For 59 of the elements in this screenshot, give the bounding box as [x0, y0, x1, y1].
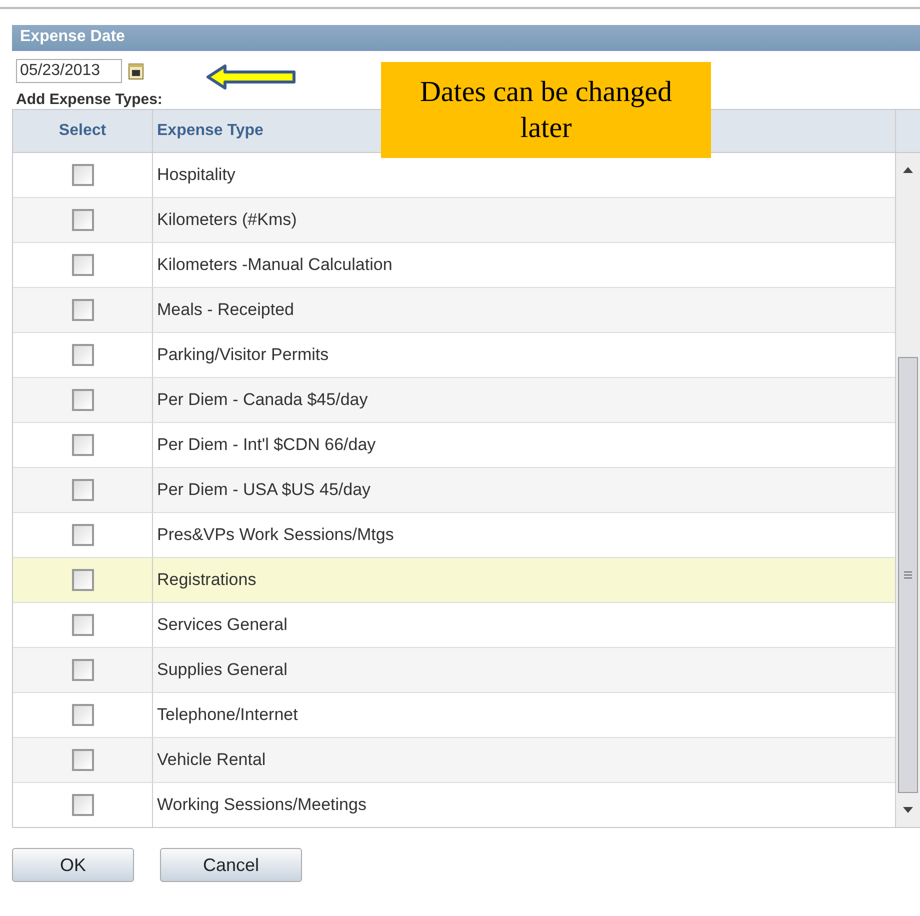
- expense-type: Kilometers (#Kms): [157, 210, 297, 230]
- table-row[interactable]: Per Diem - Canada $45/day: [13, 378, 895, 423]
- checkbox[interactable]: [72, 659, 94, 681]
- table-row[interactable]: Parking/Visitor Permits: [13, 333, 895, 378]
- expense-type: Meals - Receipted: [157, 300, 294, 320]
- grip-icon: [904, 571, 912, 579]
- checkbox[interactable]: [72, 524, 94, 546]
- table-label: Add Expense Types:: [16, 91, 162, 108]
- cancel-button[interactable]: Cancel: [160, 848, 302, 882]
- checkbox[interactable]: [72, 749, 94, 771]
- checkbox[interactable]: [72, 254, 94, 276]
- calendar-icon[interactable]: [128, 62, 144, 80]
- date-field[interactable]: 05/23/2013: [16, 59, 122, 83]
- expense-type: Pres&VPs Work Sessions/Mtgs: [157, 525, 394, 545]
- scroll-thumb[interactable]: [898, 357, 918, 793]
- table-row[interactable]: Kilometers -Manual Calculation: [13, 243, 895, 288]
- table-row[interactable]: Hospitality: [13, 153, 895, 198]
- table-row[interactable]: Supplies General: [13, 648, 895, 693]
- checkbox[interactable]: [72, 389, 94, 411]
- table-row[interactable]: Pres&VPs Work Sessions/Mtgs: [13, 513, 895, 558]
- checkbox[interactable]: [72, 164, 94, 186]
- column-header: Expense Type: [157, 122, 264, 139]
- expense-type: Vehicle Rental: [157, 750, 266, 770]
- checkbox[interactable]: [72, 209, 94, 231]
- ok-button[interactable]: OK: [12, 848, 134, 882]
- table-row[interactable]: Services General: [13, 603, 895, 648]
- section-header: Expense Date: [12, 25, 920, 51]
- table-row[interactable]: Kilometers (#Kms): [13, 198, 895, 243]
- expense-type: Kilometers -Manual Calculation: [157, 255, 392, 275]
- expense-type: Per Diem - USA $US 45/day: [157, 480, 371, 500]
- checkbox[interactable]: [72, 299, 94, 321]
- expense-type: Per Diem - Int'l $CDN 66/day: [157, 435, 376, 455]
- callout-note: Dates can be changed later: [381, 62, 711, 158]
- table-row[interactable]: Per Diem - Int'l $CDN 66/day: [13, 423, 895, 468]
- checkbox[interactable]: [72, 569, 94, 591]
- expense-type: Services General: [157, 615, 288, 635]
- expense-type: Per Diem - Canada $45/day: [157, 390, 368, 410]
- expense-type: Working Sessions/Meetings: [157, 795, 366, 815]
- checkbox[interactable]: [72, 614, 94, 636]
- column-header: Select: [13, 110, 153, 152]
- expense-type: Parking/Visitor Permits: [157, 345, 329, 365]
- scrollbar[interactable]: [895, 153, 920, 827]
- scroll-up-icon[interactable]: [903, 167, 913, 173]
- expense-type: Hospitality: [157, 165, 236, 185]
- expense-type: Registrations: [157, 570, 256, 590]
- arrow-icon: [205, 64, 297, 90]
- checkbox[interactable]: [72, 434, 94, 456]
- table-row[interactable]: Registrations: [13, 558, 895, 603]
- expense-type: Supplies General: [157, 660, 288, 680]
- table-row[interactable]: Meals - Receipted: [13, 288, 895, 333]
- table-row[interactable]: Telephone/Internet: [13, 693, 895, 738]
- table-row[interactable]: Per Diem - USA $US 45/day: [13, 468, 895, 513]
- checkbox[interactable]: [72, 794, 94, 816]
- checkbox[interactable]: [72, 479, 94, 501]
- checkbox[interactable]: [72, 704, 94, 726]
- table-row[interactable]: Vehicle Rental: [13, 738, 895, 783]
- expense-type: Telephone/Internet: [157, 705, 298, 725]
- checkbox[interactable]: [72, 344, 94, 366]
- scroll-down-icon[interactable]: [903, 807, 913, 813]
